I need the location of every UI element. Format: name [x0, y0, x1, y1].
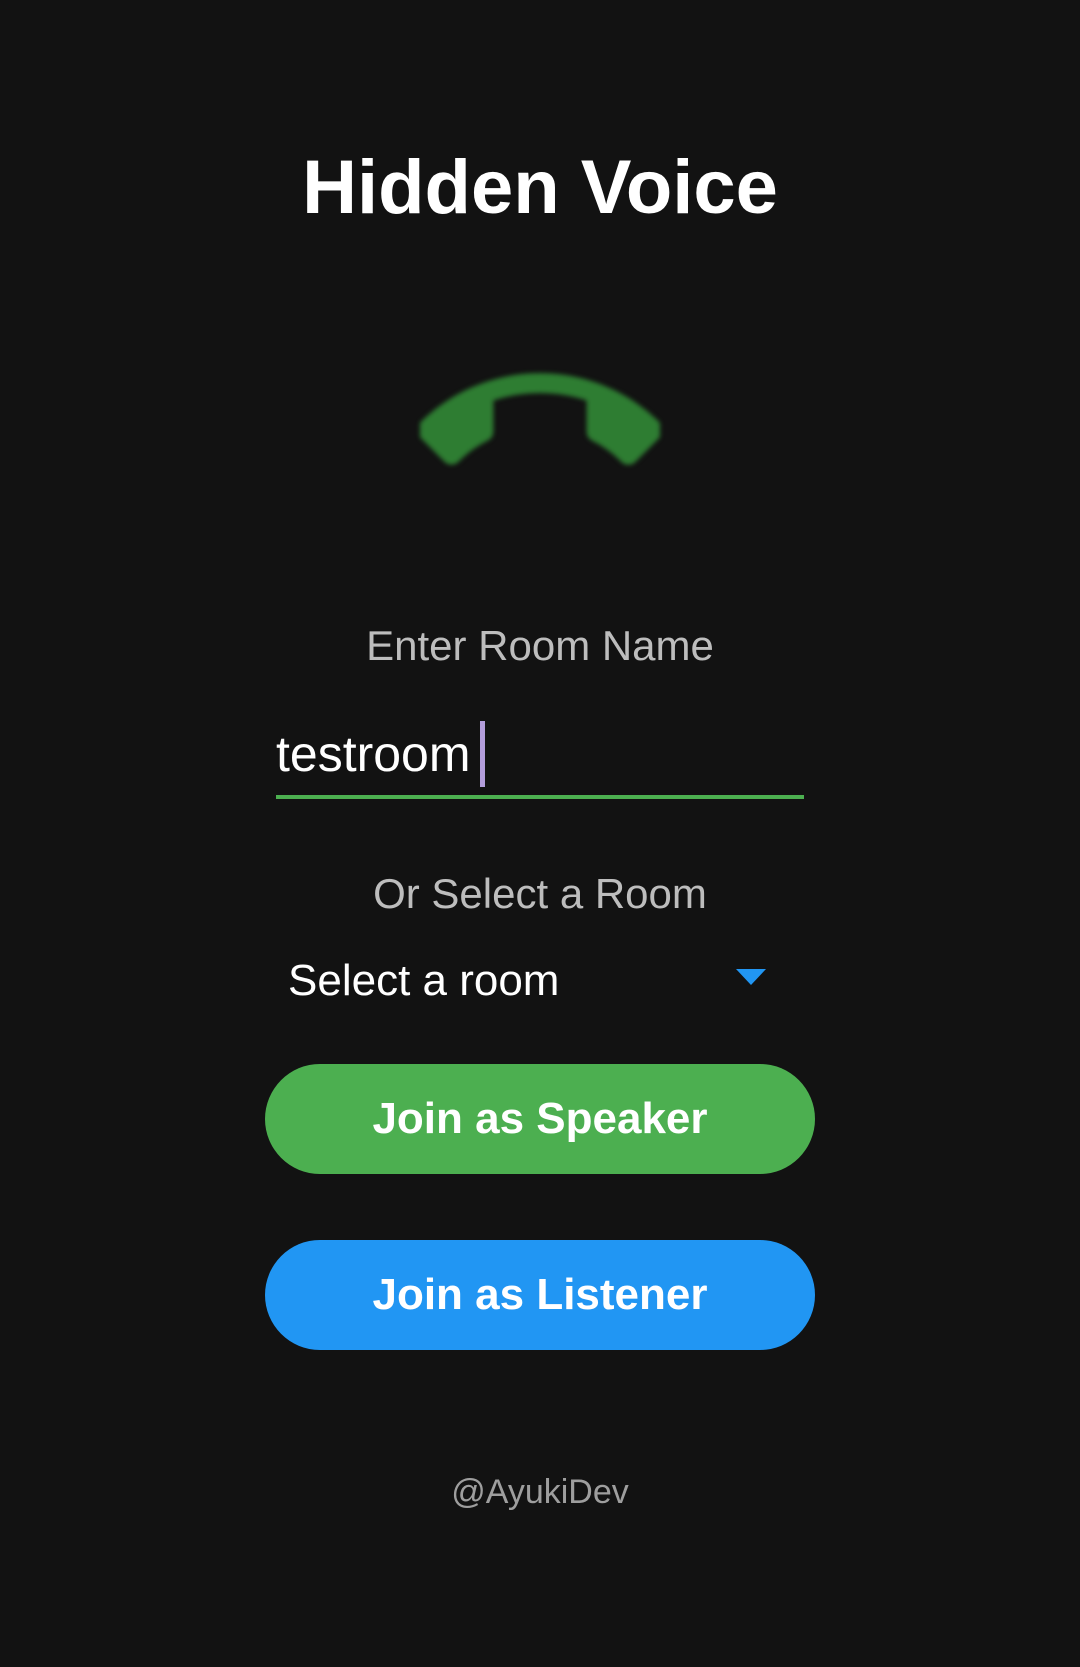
footer-credit: @AyukiDev: [451, 1473, 629, 1511]
join-as-listener-button[interactable]: Join as Listener: [265, 1240, 815, 1350]
room-name-input[interactable]: [276, 715, 804, 793]
app-title: Hidden Voice: [302, 145, 778, 230]
room-name-field[interactable]: [276, 715, 804, 799]
select-room-label: Or Select a Room: [373, 870, 707, 917]
room-select-dropdown[interactable]: Select a room: [276, 945, 780, 1015]
phone-icon-graphic: [416, 373, 664, 465]
room-name-label: Enter Room Name: [366, 622, 714, 669]
phone-icon: [416, 310, 664, 550]
join-as-speaker-button[interactable]: Join as Speaker: [265, 1064, 815, 1174]
dropdown-arrow-icon: [736, 969, 766, 985]
text-cursor: [480, 721, 485, 787]
room-select-value: Select a room: [288, 956, 560, 1005]
